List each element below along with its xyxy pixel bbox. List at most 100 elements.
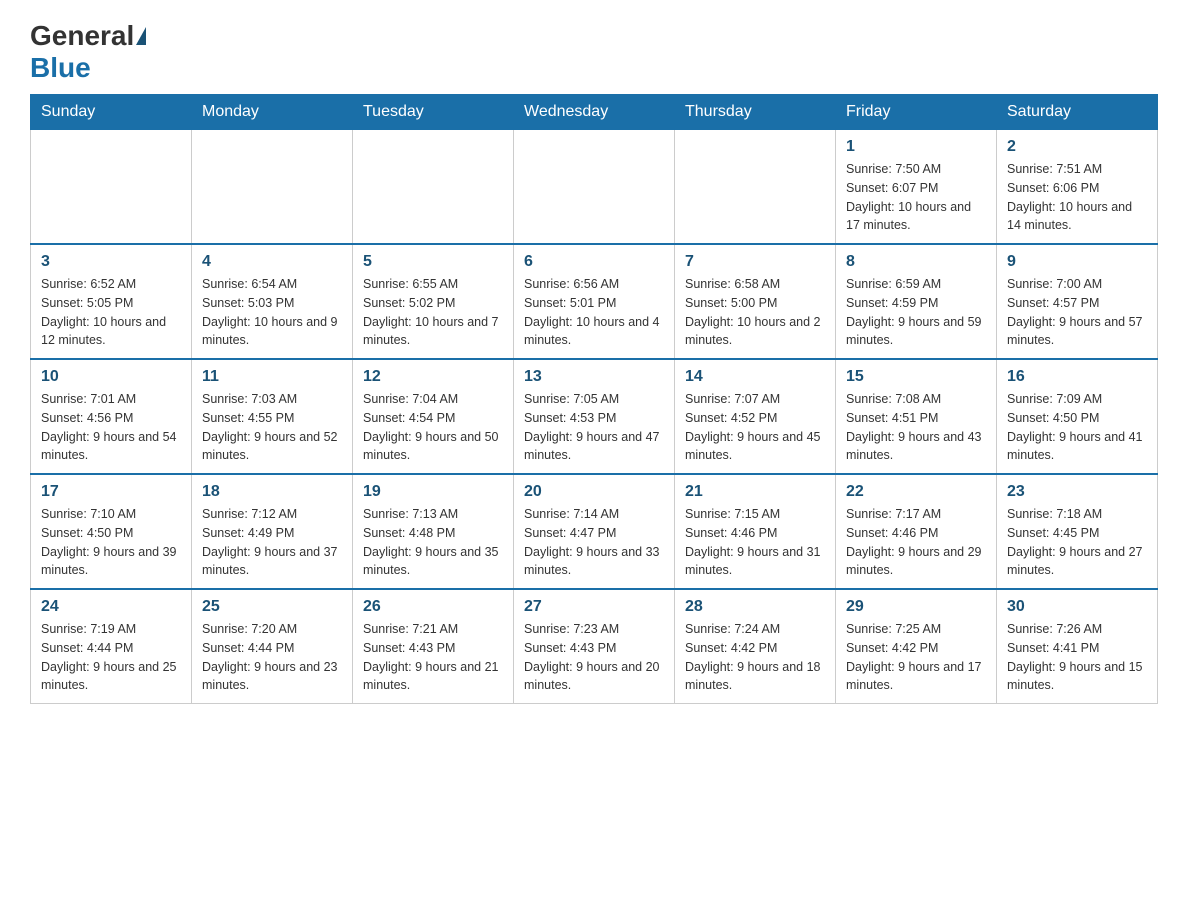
- day-number: 7: [685, 253, 825, 271]
- table-cell: 7 Sunrise: 6:58 AMSunset: 5:00 PMDaylight…: [675, 244, 836, 359]
- table-cell: 21 Sunrise: 7:15 AMSunset: 4:46 PMDayligh…: [675, 474, 836, 589]
- day-info: Sunrise: 7:07 AMSunset: 4:52 PMDaylight:…: [685, 390, 825, 465]
- day-number: 13: [524, 368, 664, 386]
- day-number: 18: [202, 483, 342, 501]
- day-info: Sunrise: 7:03 AMSunset: 4:55 PMDaylight:…: [202, 390, 342, 465]
- day-number: 26: [363, 598, 503, 616]
- table-cell: 14 Sunrise: 7:07 AMSunset: 4:52 PMDayligh…: [675, 359, 836, 474]
- day-number: 1: [846, 138, 986, 156]
- day-info: Sunrise: 7:20 AMSunset: 4:44 PMDaylight:…: [202, 620, 342, 695]
- day-number: 3: [41, 253, 181, 271]
- table-cell: 25 Sunrise: 7:20 AMSunset: 4:44 PMDayligh…: [192, 589, 353, 704]
- day-number: 6: [524, 253, 664, 271]
- day-number: 9: [1007, 253, 1147, 271]
- day-info: Sunrise: 7:05 AMSunset: 4:53 PMDaylight:…: [524, 390, 664, 465]
- table-cell: 20 Sunrise: 7:14 AMSunset: 4:47 PMDayligh…: [514, 474, 675, 589]
- weekday-header-wednesday: Wednesday: [514, 95, 675, 130]
- day-number: 30: [1007, 598, 1147, 616]
- calendar-table: SundayMondayTuesdayWednesdayThursdayFrid…: [30, 94, 1158, 704]
- day-number: 11: [202, 368, 342, 386]
- logo-triangle-icon: [136, 27, 146, 45]
- week-row-4: 17 Sunrise: 7:10 AMSunset: 4:50 PMDayligh…: [31, 474, 1158, 589]
- day-number: 16: [1007, 368, 1147, 386]
- day-info: Sunrise: 6:58 AMSunset: 5:00 PMDaylight:…: [685, 275, 825, 350]
- table-cell: 16 Sunrise: 7:09 AMSunset: 4:50 PMDayligh…: [997, 359, 1158, 474]
- day-info: Sunrise: 6:54 AMSunset: 5:03 PMDaylight:…: [202, 275, 342, 350]
- day-info: Sunrise: 7:09 AMSunset: 4:50 PMDaylight:…: [1007, 390, 1147, 465]
- day-info: Sunrise: 7:00 AMSunset: 4:57 PMDaylight:…: [1007, 275, 1147, 350]
- table-cell: 13 Sunrise: 7:05 AMSunset: 4:53 PMDayligh…: [514, 359, 675, 474]
- day-number: 24: [41, 598, 181, 616]
- day-number: 27: [524, 598, 664, 616]
- day-info: Sunrise: 7:18 AMSunset: 4:45 PMDaylight:…: [1007, 505, 1147, 580]
- day-info: Sunrise: 7:14 AMSunset: 4:47 PMDaylight:…: [524, 505, 664, 580]
- day-number: 12: [363, 368, 503, 386]
- day-info: Sunrise: 7:19 AMSunset: 4:44 PMDaylight:…: [41, 620, 181, 695]
- day-info: Sunrise: 7:04 AMSunset: 4:54 PMDaylight:…: [363, 390, 503, 465]
- table-cell: [31, 130, 192, 245]
- table-cell: 28Sunrise: 7:24 AMSunset: 4:42 PMDayligh…: [675, 589, 836, 704]
- day-info: Sunrise: 7:01 AMSunset: 4:56 PMDaylight:…: [41, 390, 181, 465]
- table-cell: 23 Sunrise: 7:18 AMSunset: 4:45 PMDayligh…: [997, 474, 1158, 589]
- table-cell: 24 Sunrise: 7:19 AMSunset: 4:44 PMDayligh…: [31, 589, 192, 704]
- table-cell: 3 Sunrise: 6:52 AMSunset: 5:05 PMDaylight…: [31, 244, 192, 359]
- weekday-header-sunday: Sunday: [31, 95, 192, 130]
- weekday-header-friday: Friday: [836, 95, 997, 130]
- week-row-3: 10 Sunrise: 7:01 AMSunset: 4:56 PMDayligh…: [31, 359, 1158, 474]
- weekday-header-thursday: Thursday: [675, 95, 836, 130]
- day-number: 23: [1007, 483, 1147, 501]
- day-number: 2: [1007, 138, 1147, 156]
- weekday-header-monday: Monday: [192, 95, 353, 130]
- week-row-2: 3 Sunrise: 6:52 AMSunset: 5:05 PMDaylight…: [31, 244, 1158, 359]
- day-info: Sunrise: 7:21 AMSunset: 4:43 PMDaylight:…: [363, 620, 503, 695]
- table-cell: 8Sunrise: 6:59 AMSunset: 4:59 PMDaylight…: [836, 244, 997, 359]
- table-cell: [675, 130, 836, 245]
- day-info: Sunrise: 7:15 AMSunset: 4:46 PMDaylight:…: [685, 505, 825, 580]
- weekday-header-tuesday: Tuesday: [353, 95, 514, 130]
- day-number: 14: [685, 368, 825, 386]
- table-cell: 29 Sunrise: 7:25 AMSunset: 4:42 PMDayligh…: [836, 589, 997, 704]
- day-number: 15: [846, 368, 986, 386]
- day-info: Sunrise: 7:10 AMSunset: 4:50 PMDaylight:…: [41, 505, 181, 580]
- weekday-header-saturday: Saturday: [997, 95, 1158, 130]
- day-number: 21: [685, 483, 825, 501]
- day-number: 29: [846, 598, 986, 616]
- table-cell: 6 Sunrise: 6:56 AMSunset: 5:01 PMDaylight…: [514, 244, 675, 359]
- week-row-1: 1 Sunrise: 7:50 AMSunset: 6:07 PMDaylight…: [31, 130, 1158, 245]
- table-cell: 11 Sunrise: 7:03 AMSunset: 4:55 PMDayligh…: [192, 359, 353, 474]
- day-info: Sunrise: 6:55 AMSunset: 5:02 PMDaylight:…: [363, 275, 503, 350]
- day-number: 4: [202, 253, 342, 271]
- day-info: Sunrise: 6:52 AMSunset: 5:05 PMDaylight:…: [41, 275, 181, 350]
- table-cell: 17 Sunrise: 7:10 AMSunset: 4:50 PMDayligh…: [31, 474, 192, 589]
- day-info: Sunrise: 7:25 AMSunset: 4:42 PMDaylight:…: [846, 620, 986, 695]
- table-cell: [353, 130, 514, 245]
- table-cell: 27 Sunrise: 7:23 AMSunset: 4:43 PMDayligh…: [514, 589, 675, 704]
- week-row-5: 24 Sunrise: 7:19 AMSunset: 4:44 PMDayligh…: [31, 589, 1158, 704]
- table-cell: 10 Sunrise: 7:01 AMSunset: 4:56 PMDayligh…: [31, 359, 192, 474]
- table-cell: 5Sunrise: 6:55 AMSunset: 5:02 PMDaylight…: [353, 244, 514, 359]
- day-info: Sunrise: 7:23 AMSunset: 4:43 PMDaylight:…: [524, 620, 664, 695]
- day-number: 10: [41, 368, 181, 386]
- table-cell: 15Sunrise: 7:08 AMSunset: 4:51 PMDayligh…: [836, 359, 997, 474]
- table-cell: 18Sunrise: 7:12 AMSunset: 4:49 PMDayligh…: [192, 474, 353, 589]
- day-number: 25: [202, 598, 342, 616]
- day-number: 20: [524, 483, 664, 501]
- logo-blue-text: Blue: [30, 52, 91, 84]
- day-number: 17: [41, 483, 181, 501]
- day-info: Sunrise: 7:50 AMSunset: 6:07 PMDaylight:…: [846, 160, 986, 235]
- page-header: General Blue: [30, 20, 1158, 84]
- table-cell: 22Sunrise: 7:17 AMSunset: 4:46 PMDayligh…: [836, 474, 997, 589]
- day-number: 28: [685, 598, 825, 616]
- table-cell: 1 Sunrise: 7:50 AMSunset: 6:07 PMDaylight…: [836, 130, 997, 245]
- table-cell: [514, 130, 675, 245]
- day-info: Sunrise: 7:51 AMSunset: 6:06 PMDaylight:…: [1007, 160, 1147, 235]
- day-info: Sunrise: 7:13 AMSunset: 4:48 PMDaylight:…: [363, 505, 503, 580]
- weekday-header-row: SundayMondayTuesdayWednesdayThursdayFrid…: [31, 95, 1158, 130]
- day-info: Sunrise: 6:56 AMSunset: 5:01 PMDaylight:…: [524, 275, 664, 350]
- day-number: 19: [363, 483, 503, 501]
- table-cell: 12 Sunrise: 7:04 AMSunset: 4:54 PMDayligh…: [353, 359, 514, 474]
- table-cell: 30Sunrise: 7:26 AMSunset: 4:41 PMDayligh…: [997, 589, 1158, 704]
- table-cell: 9 Sunrise: 7:00 AMSunset: 4:57 PMDaylight…: [997, 244, 1158, 359]
- logo-general-text: General: [30, 20, 134, 52]
- day-info: Sunrise: 6:59 AMSunset: 4:59 PMDaylight:…: [846, 275, 986, 350]
